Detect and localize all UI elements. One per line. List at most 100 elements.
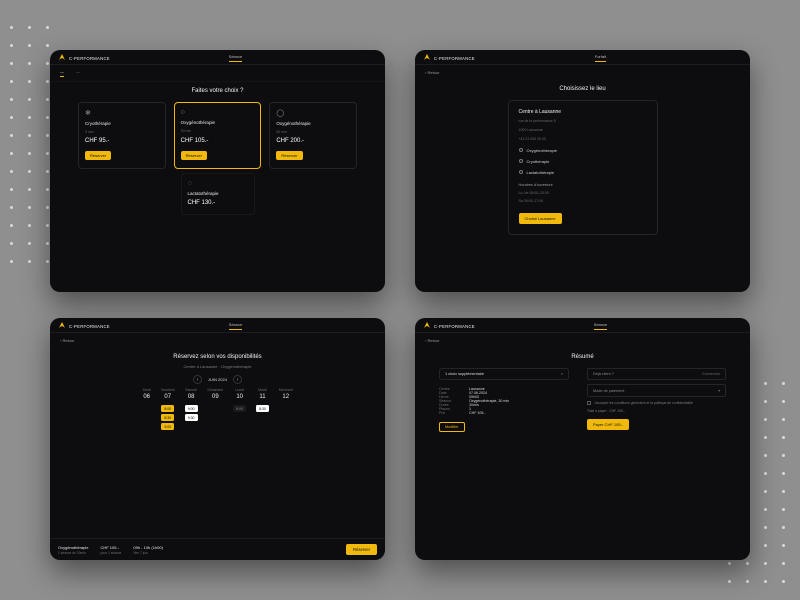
time-slot[interactable]: 8:30	[161, 414, 174, 421]
logo-icon	[58, 54, 66, 62]
time-slot[interactable]: 8:00	[233, 405, 246, 412]
day-label: Samedi	[185, 388, 197, 392]
reserve-button[interactable]: Réserver	[276, 151, 302, 160]
footer-summary-bar: Oxygénothérapie 1 séance de 30min CHF 10…	[50, 538, 385, 560]
service-label: Oxygénothérapie	[527, 148, 557, 153]
four-screen-showcase: C-PERFORMANCE Séance — — Faites votre ch…	[50, 50, 750, 560]
brand[interactable]: C-PERFORMANCE	[58, 54, 110, 62]
f-val: CHF 105.-	[100, 545, 121, 550]
login-link[interactable]: Connexion	[702, 372, 720, 376]
day-column: Dimanche09	[208, 388, 224, 430]
topbar: C-PERFORMANCE Séance	[50, 318, 385, 333]
reserve-button[interactable]: Réserver	[85, 151, 111, 160]
center-tab[interactable]: Séance	[229, 54, 243, 62]
day-slots: 8:30	[256, 405, 269, 412]
screen-summary: C-PERFORMANCE Séance Retour Résumé 1 cho…	[415, 318, 750, 560]
choose-location-button[interactable]: Choisir Lausanne	[519, 213, 562, 224]
decorative-dots-tl	[0, 26, 52, 266]
service-line-lact: Lactatothérapie	[519, 170, 647, 175]
day-column: Mardi 11 8:30	[256, 388, 269, 430]
brand-text: C-PERFORMANCE	[434, 56, 475, 61]
pill-text: 1 choix supplémentaire	[445, 372, 484, 376]
modify-button[interactable]: Modifier	[439, 422, 465, 432]
service-cards: ❄ Cryothérapie 3 min CHF 95.- Réserver ○…	[50, 102, 385, 169]
day-number[interactable]: 06	[143, 394, 150, 400]
time-slot[interactable]: 8:30	[256, 405, 269, 412]
page-title: Faites votre choix ?	[50, 88, 385, 94]
back-button[interactable]: Retour	[415, 333, 750, 348]
bullet-icon	[519, 170, 523, 174]
service-card-oxy60[interactable]: ◯ Oxygénothérapie 60 min CHF 200.- Réser…	[269, 102, 357, 169]
bullet-icon	[519, 159, 523, 163]
close-icon[interactable]: ×	[561, 372, 563, 376]
day-number[interactable]: 12	[282, 394, 289, 400]
service-cards-row2: ◌ Lactatothérapie CHF 130.-	[50, 169, 385, 215]
footer-reserve-button[interactable]: Réserver	[346, 544, 377, 555]
logo-icon	[423, 54, 431, 62]
day-number[interactable]: 11	[259, 394, 265, 400]
month-switcher: ‹ JUIN 2024 ›	[50, 375, 385, 384]
day-label: Vendredi	[161, 388, 175, 392]
brand[interactable]: C-PERFORMANCE	[58, 322, 110, 330]
f-label: Ven 7 juin	[133, 551, 163, 555]
page-title: Choisissez le lieu	[415, 86, 750, 92]
day-label: Mardi	[258, 388, 267, 392]
day-number[interactable]: 10	[236, 394, 243, 400]
subnav: — —	[50, 65, 385, 82]
center-tab[interactable]: Séance	[229, 322, 243, 330]
center-tab[interactable]: Forfait	[595, 54, 606, 62]
day-slots: 8:00 8:30 9:00	[161, 405, 174, 430]
login-line: Déjà client ? Connexion	[587, 368, 726, 380]
brand[interactable]: C-PERFORMANCE	[423, 322, 475, 330]
hours-1: Lu–Ve 08:00–20:00	[519, 191, 647, 195]
time-slot[interactable]: 8:00	[161, 405, 174, 412]
summary-columns: 1 choix supplémentaire × CentreLausanneD…	[415, 368, 750, 432]
circle-icon: ◯	[276, 109, 350, 117]
checkbox-icon[interactable]	[587, 401, 591, 405]
card-sub: 30 min	[181, 129, 255, 133]
terms-checkbox[interactable]: J'accepte les conditions générales et la…	[587, 401, 726, 405]
pay-button[interactable]: Payer CHF 105.-	[587, 419, 629, 430]
service-line-cryo: Cryothérapie	[519, 159, 647, 164]
reserve-button[interactable]: Réserver	[181, 151, 207, 160]
card-price: CHF 105.-	[181, 138, 255, 144]
day-slots: 8:00	[233, 405, 246, 412]
next-week-button[interactable]: ›	[233, 375, 242, 384]
time-slot[interactable]: 9:00	[161, 423, 174, 430]
time-slot[interactable]: 9:30	[185, 414, 198, 421]
subnav-item[interactable]: —	[76, 69, 80, 77]
day-column: Jeudi06	[142, 388, 150, 430]
prev-week-button[interactable]: ‹	[193, 375, 202, 384]
days-row: Jeudi06 Vendredi 07 8:00 8:30 9:00 Samedi 08 9:0…	[50, 388, 385, 430]
summary-row: PrixCHF 105.-	[439, 411, 569, 415]
payment-select[interactable]: Mode de paiement ▾	[587, 384, 726, 397]
card-name: Lactatothérapie	[188, 191, 248, 196]
terms-text: J'accepte les conditions générales et la…	[594, 401, 693, 405]
location-card: Centre à Lausanne rue de la performance …	[508, 100, 658, 235]
service-card-oxy30[interactable]: ○ Oxygénothérapie 30 min CHF 105.- Réser…	[174, 102, 262, 169]
back-button[interactable]: Retour	[50, 333, 385, 348]
card-sub: 60 min	[276, 130, 350, 134]
day-label: Mercredi	[279, 388, 293, 392]
month-label: JUIN 2024	[208, 377, 227, 382]
day-number[interactable]: 07	[164, 394, 171, 400]
card-price: CHF 200.-	[276, 138, 350, 144]
service-card-cryo[interactable]: ❄ Cryothérapie 3 min CHF 95.- Réserver	[78, 102, 166, 169]
circle-icon: ○	[181, 109, 255, 116]
day-column: Vendredi 07 8:00 8:30 9:00	[161, 388, 175, 430]
login-label: Déjà client ?	[593, 372, 614, 376]
center-tab[interactable]: Séance	[594, 322, 608, 330]
subnav-item-active[interactable]: —	[60, 69, 64, 77]
back-button[interactable]: Retour	[415, 65, 750, 80]
day-number[interactable]: 08	[188, 394, 195, 400]
brand[interactable]: C-PERFORMANCE	[423, 54, 475, 62]
day-number[interactable]: 09	[212, 394, 219, 400]
page-subtitle: Centre à Lausanne · Oxygénothérapie	[50, 364, 385, 369]
day-column: Samedi 08 9:00 9:30	[185, 388, 198, 430]
snowflake-icon: ❄	[85, 109, 159, 117]
service-card-lactato[interactable]: ◌ Lactatothérapie CHF 130.-	[181, 173, 255, 215]
footer-service: Oxygénothérapie 1 séance de 30min	[58, 545, 88, 555]
logo-icon	[423, 322, 431, 330]
time-slot[interactable]: 9:00	[185, 405, 198, 412]
extra-choice-pill[interactable]: 1 choix supplémentaire ×	[439, 368, 569, 380]
